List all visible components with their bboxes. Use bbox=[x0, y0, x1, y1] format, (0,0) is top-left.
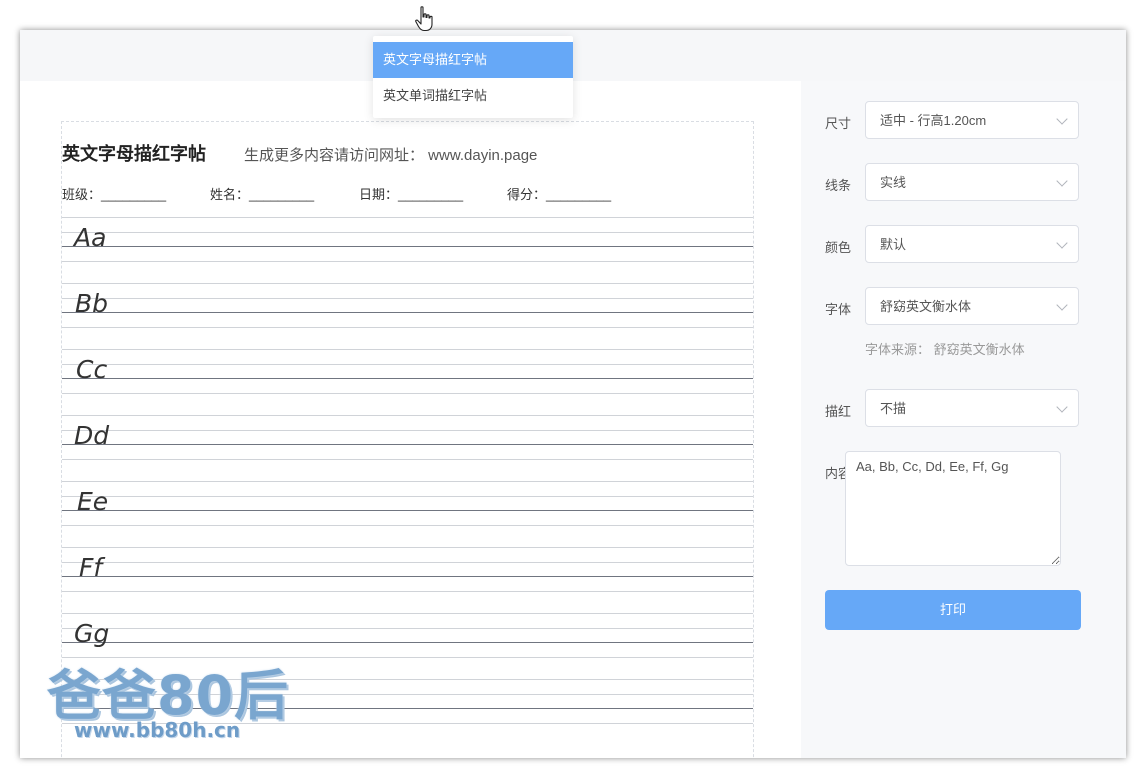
ruling-line bbox=[62, 312, 753, 313]
size-label: 尺寸 bbox=[825, 116, 852, 131]
dropdown-item-words[interactable]: 英文单词描红字帖 bbox=[373, 78, 573, 114]
ruling-line bbox=[62, 481, 753, 482]
ruling-line bbox=[62, 613, 753, 614]
chevron-down-icon bbox=[1056, 113, 1068, 125]
ruling-line bbox=[62, 430, 753, 431]
line-select[interactable]: 实线 bbox=[865, 163, 1079, 201]
ruling-line bbox=[62, 415, 753, 416]
trace-label: 描红 bbox=[825, 404, 852, 419]
practice-letter: Ee bbox=[77, 487, 109, 516]
practice-letter: Aa bbox=[74, 223, 107, 252]
ruling-line bbox=[62, 393, 753, 394]
ruling-line bbox=[62, 378, 753, 379]
chevron-down-icon bbox=[1056, 401, 1068, 413]
ruling-line bbox=[62, 562, 753, 563]
ruling-line bbox=[62, 510, 753, 511]
practice-letter: Gg bbox=[74, 619, 110, 648]
ruling-line bbox=[62, 298, 753, 299]
watermark-url: www.bb80h.cn bbox=[74, 718, 241, 742]
line-select-value: 实线 bbox=[880, 175, 907, 190]
line-label: 线条 bbox=[825, 178, 852, 193]
practice-letter: Cc bbox=[76, 355, 108, 384]
top-bar bbox=[20, 30, 1126, 81]
class-field: 班级：_________ bbox=[62, 187, 167, 202]
worksheet-title: 英文字母描红字帖 bbox=[62, 144, 206, 164]
content-textarea[interactable]: Aa, Bb, Cc, Dd, Ee, Ff, Gg bbox=[845, 451, 1061, 566]
ruling-line bbox=[62, 261, 753, 262]
ruling-line bbox=[62, 642, 753, 643]
ruling-line bbox=[62, 547, 753, 548]
font-select[interactable]: 舒窈英文衡水体 bbox=[865, 287, 1079, 325]
font-select-value: 舒窈英文衡水体 bbox=[880, 299, 972, 314]
color-select-value: 默认 bbox=[880, 237, 907, 252]
ruling-line bbox=[62, 232, 753, 233]
size-select-value: 适中 - 行高1.20cm bbox=[880, 113, 987, 128]
ruling-line bbox=[62, 459, 753, 460]
ruling-line bbox=[62, 591, 753, 592]
size-select[interactable]: 适中 - 行高1.20cm bbox=[865, 101, 1079, 139]
hand-cursor-icon bbox=[415, 6, 433, 32]
ruling-line bbox=[62, 349, 753, 350]
ruling-line bbox=[62, 496, 753, 497]
date-field: 日期：_________ bbox=[359, 187, 464, 202]
font-label: 字体 bbox=[825, 302, 852, 317]
ruling-line bbox=[62, 364, 753, 365]
name-field: 姓名：_________ bbox=[210, 187, 315, 202]
ruling-line bbox=[62, 525, 753, 526]
practice-letter: Bb bbox=[75, 289, 109, 318]
ruling-line bbox=[62, 217, 753, 218]
score-field: 得分：_________ bbox=[507, 187, 612, 202]
ruling-line bbox=[62, 628, 753, 629]
dropdown-item-letters[interactable]: 英文字母描红字帖 bbox=[373, 42, 573, 78]
ruling-line bbox=[62, 246, 753, 247]
ruling-line bbox=[62, 444, 753, 445]
trace-select-value: 不描 bbox=[880, 401, 907, 416]
print-button[interactable]: 打印 bbox=[825, 590, 1081, 630]
color-label: 颜色 bbox=[825, 240, 852, 255]
color-select[interactable]: 默认 bbox=[865, 225, 1079, 263]
chevron-down-icon bbox=[1056, 237, 1068, 249]
practice-letter: Dd bbox=[74, 421, 110, 450]
worksheet-subtitle: 生成更多内容请访问网址： www.dayin.page bbox=[244, 147, 538, 164]
template-dropdown: 英文字母描红字帖 英文单词描红字帖 bbox=[373, 36, 573, 118]
practice-letter: Ff bbox=[79, 553, 103, 582]
chevron-down-icon bbox=[1056, 299, 1068, 311]
ruling-line bbox=[62, 327, 753, 328]
trace-select[interactable]: 不描 bbox=[865, 389, 1079, 427]
ruling-line bbox=[62, 576, 753, 577]
chevron-down-icon bbox=[1056, 175, 1068, 187]
font-source-hint: 字体来源： 舒窈英文衡水体 bbox=[865, 342, 1025, 357]
ruling-line bbox=[62, 283, 753, 284]
